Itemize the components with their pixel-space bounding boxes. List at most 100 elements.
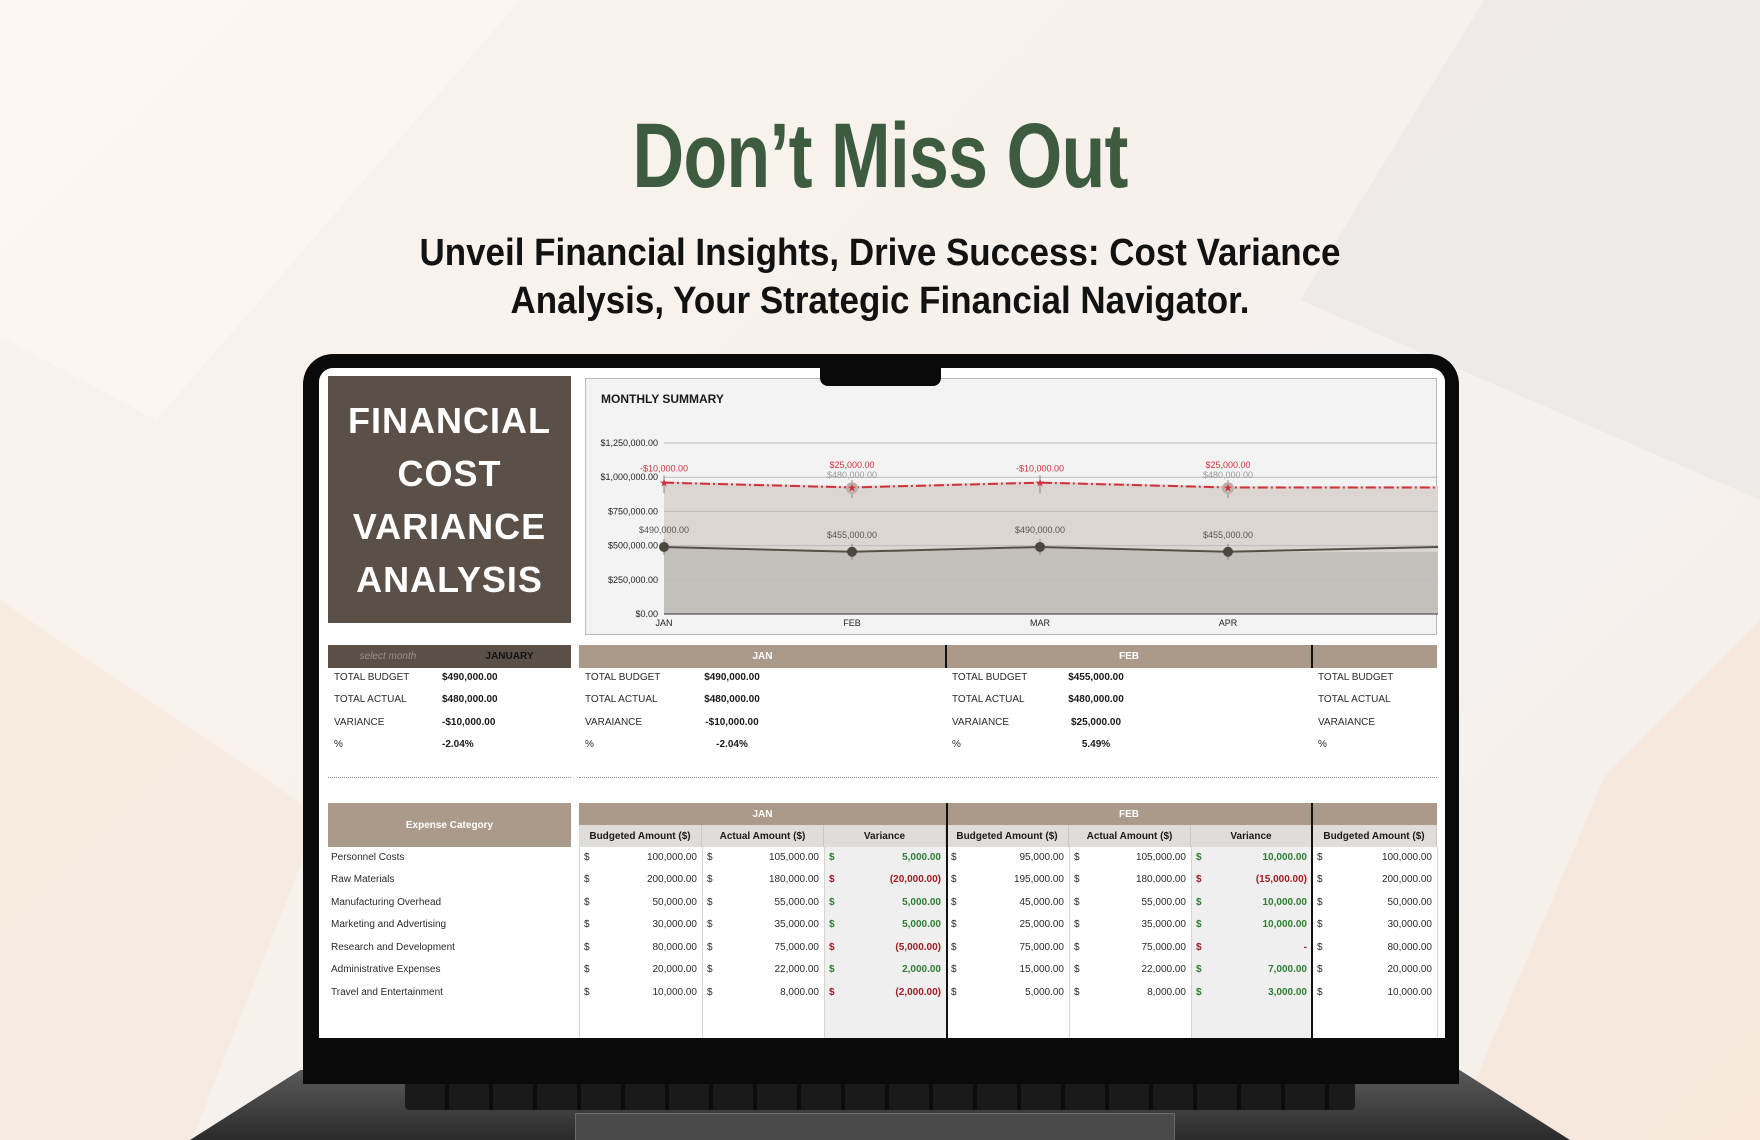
currency-symbol: $ (1317, 874, 1323, 886)
table-cell-actual[interactable]: $55,000.00 (702, 892, 824, 914)
table-cell-budget[interactable]: $30,000.00 (579, 914, 702, 936)
table-cell-budget[interactable]: $80,000.00 (579, 937, 702, 959)
title-line: VARIANCE (352, 505, 547, 547)
summary-header-jan: JAN (579, 645, 946, 668)
table-cell-budget[interactable]: $20,000.00 (579, 959, 702, 981)
variance-data-label: -$10,000.00 (640, 463, 688, 473)
table-cell-variance[interactable]: $10,000.00 (1191, 914, 1312, 936)
table-cell-variance[interactable]: $10,000.00 (1191, 847, 1312, 869)
budget-point (659, 541, 669, 552)
table-cell-budget[interactable]: $45,000.00 (946, 892, 1069, 914)
month-summary-label: TOTAL BUDGET (952, 672, 1028, 683)
table-cell-budget[interactable]: $25,000.00 (946, 914, 1069, 936)
variance-star: ★ (847, 482, 857, 494)
currency-symbol: $ (584, 986, 590, 998)
table-cell-variance[interactable]: $3,000.00 (1191, 982, 1312, 1004)
table-cell-actual[interactable]: $180,000.00 (1069, 869, 1191, 891)
table-cell-actual[interactable]: $75,000.00 (1069, 937, 1191, 959)
table-cell-actual[interactable]: $55,000.00 (1069, 892, 1191, 914)
amount-value: 180,000.00 (768, 874, 819, 886)
table-cell-variance[interactable]: $2,000.00 (824, 959, 946, 981)
table-cell-variance[interactable]: $ - (1191, 937, 1312, 959)
table-cell-actual[interactable]: $22,000.00 (1069, 959, 1191, 981)
table-cell-budget[interactable]: $20,000.00 (1312, 959, 1437, 981)
subheadline-line-2: Analysis, Your Strategic Financial Navig… (510, 280, 1250, 322)
table-cell-variance[interactable]: $5,000.00 (824, 914, 946, 936)
actual-area (664, 481, 1438, 552)
table-cell-actual[interactable]: $105,000.00 (702, 847, 824, 869)
variance-data-label: $25,000.00 (1205, 460, 1250, 470)
table-cell-variance[interactable]: $5,000.00 (824, 892, 946, 914)
table-cell-budget[interactable]: $50,000.00 (579, 892, 702, 914)
table-cell-budget[interactable]: $10,000.00 (579, 982, 702, 1004)
chart-canvas: $0.00$250,000.00$500,000.00$750,000.00$1… (600, 438, 1438, 628)
table-cell-actual[interactable]: $35,000.00 (702, 914, 824, 936)
table-cell-actual[interactable]: $8,000.00 (702, 982, 824, 1004)
table-cell-actual[interactable]: $180,000.00 (702, 869, 824, 891)
table-cell-actual[interactable]: $75,000.00 (702, 937, 824, 959)
table-cell-actual[interactable]: $105,000.00 (1069, 847, 1191, 869)
month-summary-label: TOTAL ACTUAL (1318, 694, 1391, 705)
x-tick-label: FEB (843, 618, 861, 628)
budget-data-label: $455,000.00 (1203, 530, 1253, 540)
amount-value: 10,000.00 (652, 986, 698, 998)
table-cell-budget[interactable]: $200,000.00 (579, 869, 702, 891)
expense-category: Raw Materials (331, 874, 395, 886)
currency-symbol: $ (707, 852, 713, 863)
table-cell-variance[interactable]: $ (5,000.00) (824, 937, 946, 959)
table-cell-budget[interactable]: $15,000.00 (946, 959, 1069, 981)
summary-header-feb: FEB (946, 645, 1312, 668)
table-cell-actual[interactable]: $22,000.00 (702, 959, 824, 981)
table-cell-budget[interactable]: $195,000.00 (946, 869, 1069, 891)
column-divider (1437, 847, 1438, 1038)
table-cell-budget[interactable]: $75,000.00 (946, 937, 1069, 959)
background-facet (1450, 620, 1760, 1140)
amount-value: 95,000.00 (1019, 852, 1065, 863)
table-cell-variance[interactable]: $ (15,000.00) (1191, 869, 1312, 891)
summary-value: -2.04% (442, 739, 474, 750)
table-cell-variance[interactable]: $7,000.00 (1191, 959, 1312, 981)
month-selector[interactable]: select month JANUARY (328, 645, 571, 668)
amount-value: 45,000.00 (1019, 896, 1065, 908)
amount-value: 35,000.00 (1141, 919, 1187, 931)
amount-value: 7,000.00 (1268, 964, 1307, 976)
table-cell-budget[interactable]: $5,000.00 (946, 982, 1069, 1004)
month-summary-label: TOTAL ACTUAL (585, 694, 658, 705)
section-divider (328, 777, 571, 778)
amount-value: 5,000.00 (902, 919, 941, 931)
table-cell-budget[interactable]: $10,000.00 (1312, 982, 1437, 1004)
table-cell-budget[interactable]: $95,000.00 (946, 847, 1069, 869)
table-cell-budget[interactable]: $100,000.00 (579, 847, 702, 869)
currency-symbol: $ (1196, 964, 1202, 976)
table-group-header-jan: JAN (579, 803, 946, 825)
month-summary-label: TOTAL BUDGET (1318, 672, 1394, 683)
currency-symbol: $ (1196, 874, 1202, 886)
table-cell-budget[interactable]: $80,000.00 (1312, 937, 1437, 959)
table-cell-budget[interactable]: $50,000.00 (1312, 892, 1437, 914)
currency-symbol: $ (1317, 919, 1323, 931)
amount-value: 100,000.00 (646, 852, 697, 863)
table-cell-actual[interactable]: $8,000.00 (1069, 982, 1191, 1004)
table-cell-budget[interactable]: $30,000.00 (1312, 914, 1437, 936)
amount-value: 50,000.00 (652, 896, 698, 908)
headline: Don’t Miss Out (632, 105, 1128, 207)
month-summary-label: TOTAL ACTUAL (952, 694, 1025, 705)
amount-value: (2,000.00) (895, 986, 941, 998)
table-cell-variance[interactable]: $ (2,000.00) (824, 982, 946, 1004)
summary-label: TOTAL ACTUAL (334, 694, 407, 705)
amount-value: 5,000.00 (902, 852, 941, 863)
table-cell-actual[interactable]: $35,000.00 (1069, 914, 1191, 936)
summary-label: VARIANCE (334, 717, 385, 728)
table-cell-budget[interactable]: $100,000.00 (1312, 847, 1437, 869)
currency-symbol: $ (1074, 986, 1080, 998)
month-selector-value[interactable]: JANUARY (448, 651, 571, 662)
budget-data-label: $455,000.00 (827, 530, 877, 540)
x-tick-label: JAN (655, 618, 672, 628)
column-header-variance: Variance (1191, 825, 1312, 847)
currency-symbol: $ (951, 941, 957, 953)
table-cell-budget[interactable]: $200,000.00 (1312, 869, 1437, 891)
table-cell-variance[interactable]: $10,000.00 (1191, 892, 1312, 914)
variance-data-label: $25,000.00 (829, 460, 874, 470)
table-cell-variance[interactable]: $ (20,000.00) (824, 869, 946, 891)
table-cell-variance[interactable]: $5,000.00 (824, 847, 946, 869)
